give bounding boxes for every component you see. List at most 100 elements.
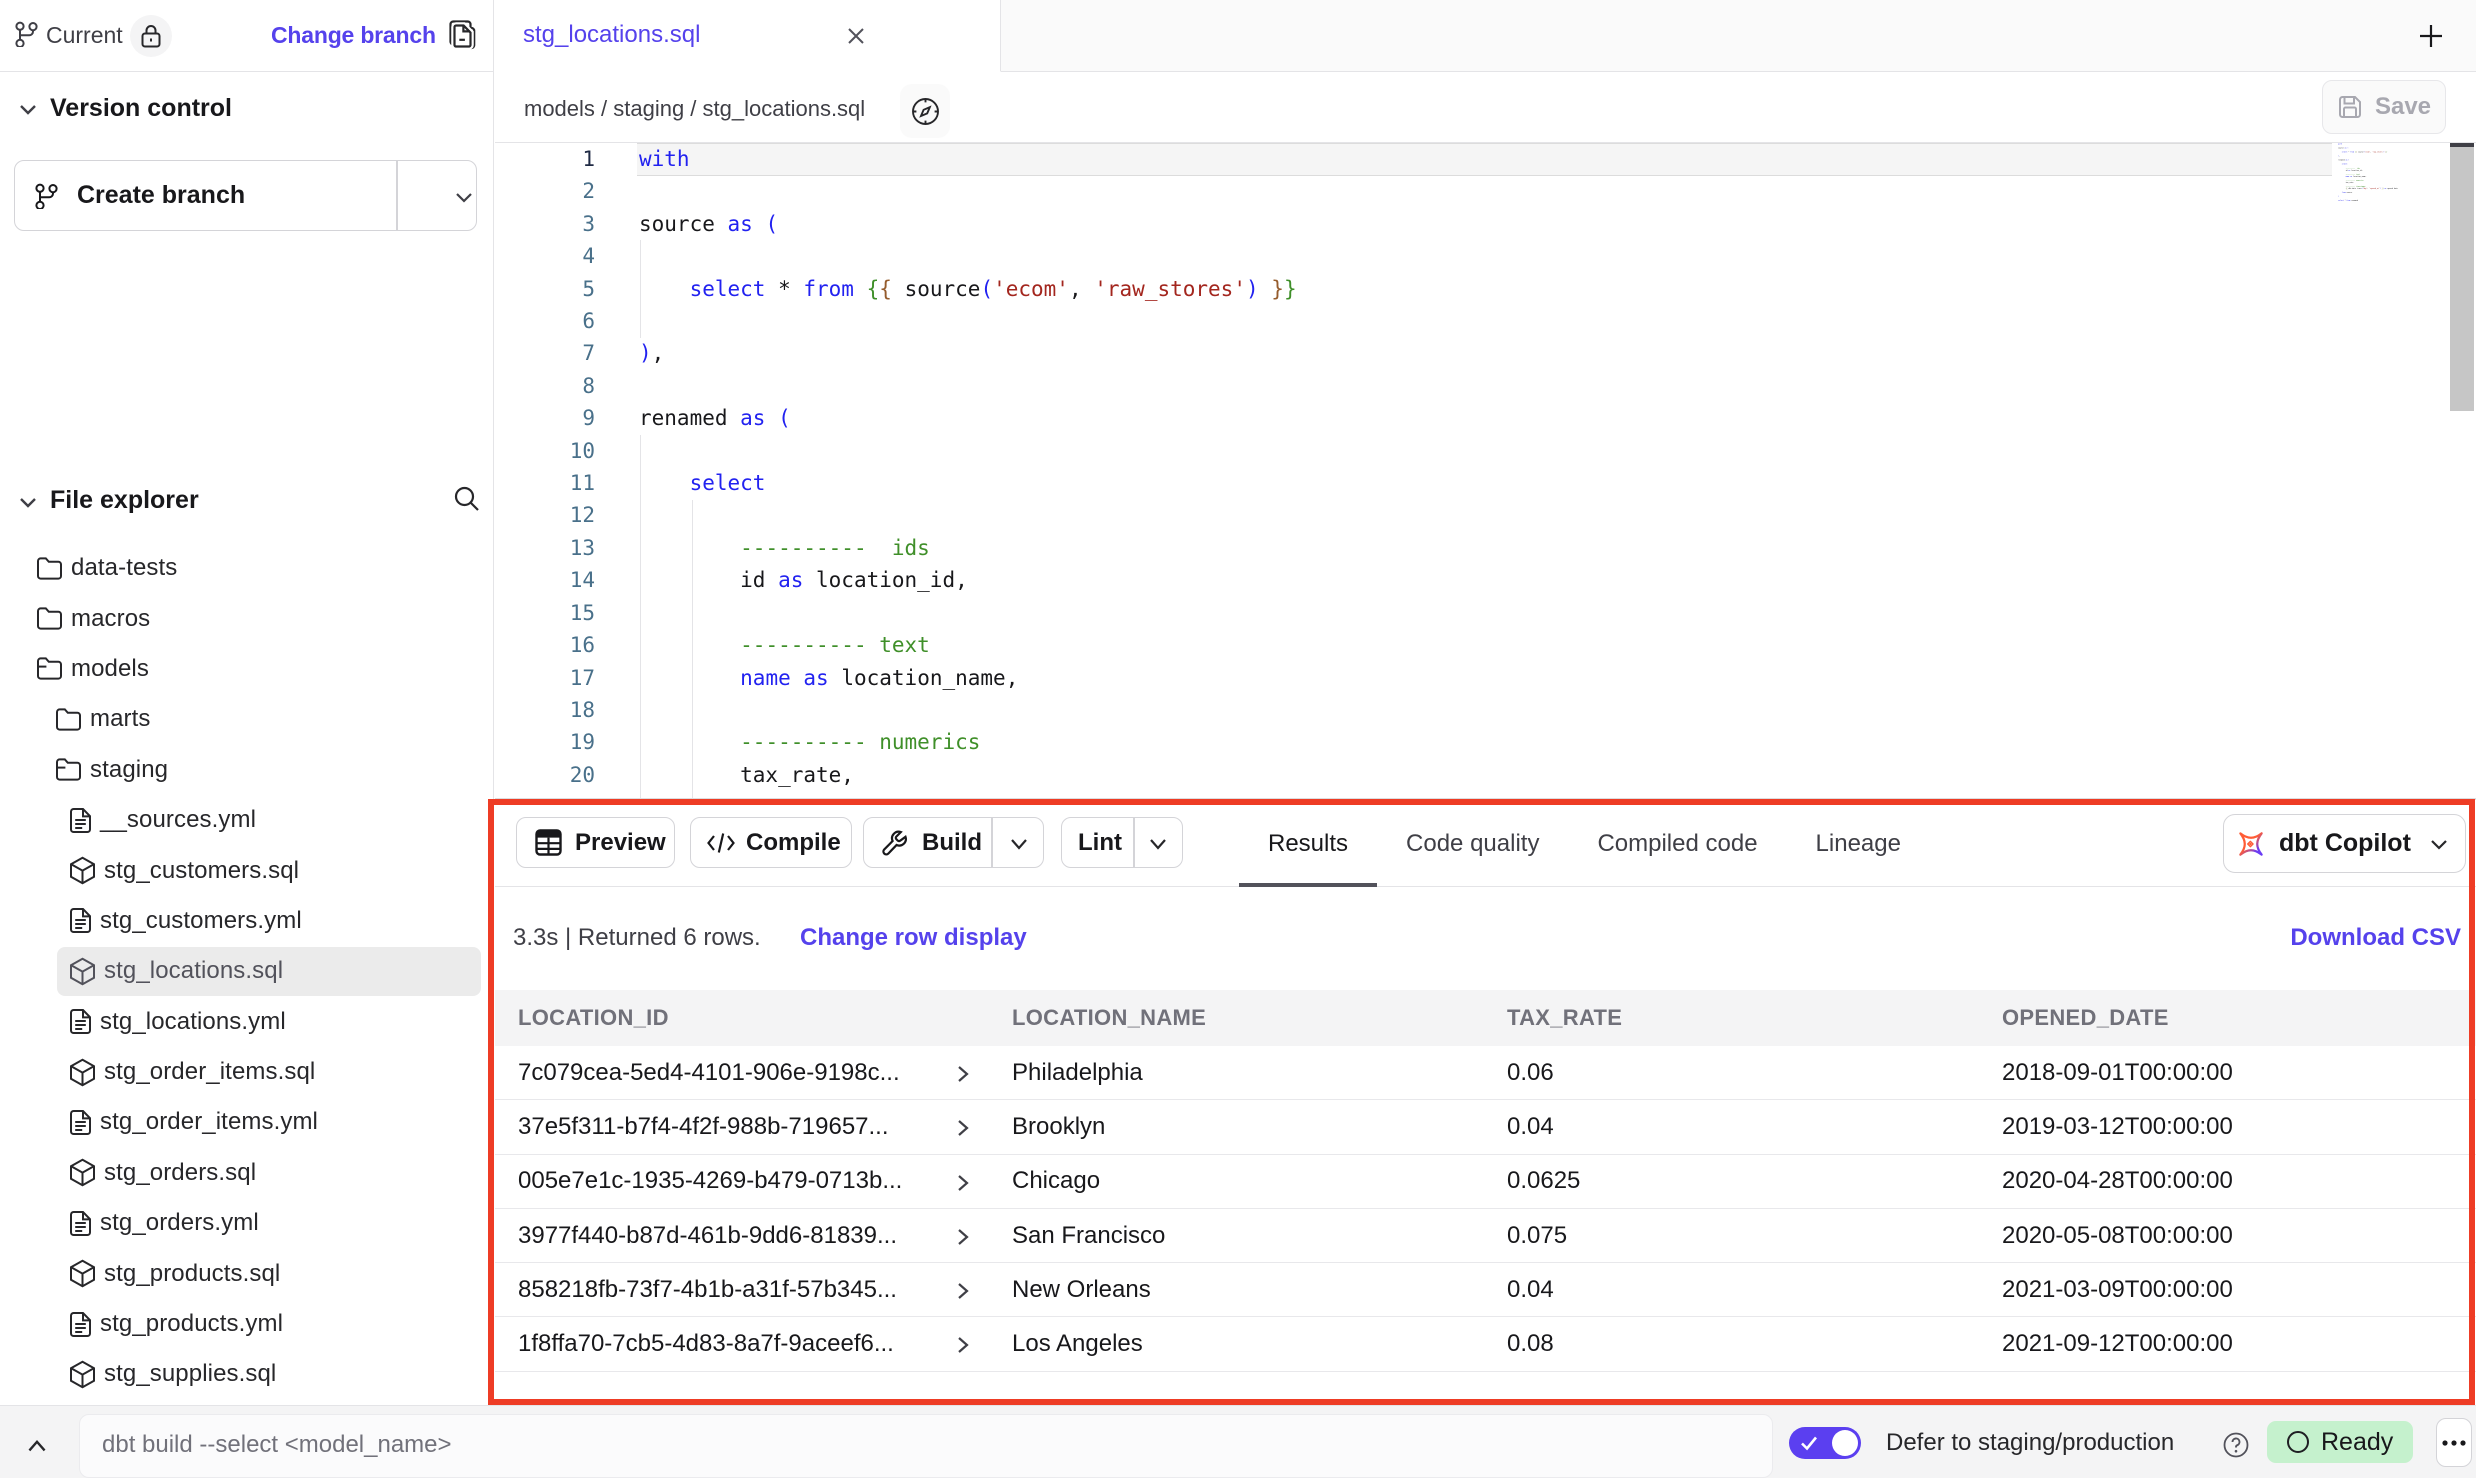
file-explorer-collapse-chevron[interactable] [15, 489, 41, 515]
results-tab-compiled-code[interactable]: Compiled code [1568, 800, 1786, 887]
table-cell: 0.04 [1507, 1113, 1554, 1141]
search-icon[interactable] [453, 485, 480, 512]
branch-bar: Current Change branch [0, 0, 493, 72]
preview-button[interactable]: Preview [516, 817, 675, 868]
expand-cell-button[interactable] [955, 1333, 970, 1357]
file-tree-item-stg-orders-sql[interactable]: stg_orders.sql [0, 1148, 494, 1198]
expand-cell-button[interactable] [955, 1171, 970, 1195]
copy-branch-button[interactable] [449, 20, 476, 50]
file-tree-item-stg-order-items-yml[interactable]: stg_order_items.yml [0, 1097, 494, 1147]
code-token: select [2342, 164, 2348, 166]
build-dropdown-chevron[interactable] [1007, 837, 1031, 853]
lint-button[interactable]: Lint [1061, 817, 1183, 868]
file-tree-item-stg-customers-sql[interactable]: stg_customers.sql [0, 845, 494, 895]
tab-close-icon[interactable] [845, 25, 867, 47]
expand-cell-chevron[interactable] [955, 1171, 970, 1195]
table-cell: 0.08 [1507, 1330, 1554, 1358]
expand-cell-button[interactable] [955, 1225, 970, 1249]
model-cube-icon [69, 957, 96, 986]
lint-split-divider [1133, 818, 1135, 867]
table-cell: Chicago [1012, 1167, 1100, 1195]
expand-cell-button[interactable] [955, 1279, 970, 1303]
new-tab-plus-icon[interactable] [2417, 22, 2445, 50]
code-token [639, 633, 740, 657]
ellipsis-icon [2441, 1439, 2467, 1447]
file-tree-item-stg-locations-sql[interactable]: stg_locations.sql [0, 946, 494, 996]
file-tree-item-macros[interactable]: macros [0, 593, 494, 643]
lint-dropdown-chevron[interactable] [1146, 837, 1170, 853]
folder-icon [36, 556, 63, 581]
table-cell: 2020-04-28T00:00:00 [2002, 1167, 2233, 1195]
tree-item-label: stg_customers.sql [104, 857, 299, 885]
table-cell: 2020-05-08T00:00:00 [2002, 1222, 2233, 1250]
file-tree-item-staging[interactable]: staging [0, 745, 494, 795]
model-cube-icon [69, 856, 96, 885]
expand-cell-button[interactable] [955, 1062, 970, 1086]
minimap-code: with source as ( select * from {{ source… [2338, 143, 2346, 202]
defer-toggle[interactable] [1789, 1427, 1861, 1459]
table-cell: Philadelphia [1012, 1059, 1143, 1087]
code-line: id as location_id, [639, 564, 1436, 596]
create-branch-dropdown-chevron[interactable] [451, 184, 477, 210]
results-tab-lineage[interactable]: Lineage [1787, 800, 1930, 887]
help-icon[interactable] [2222, 1431, 2250, 1459]
compile-button[interactable]: Compile [690, 817, 852, 868]
create-branch-divider [396, 161, 398, 230]
tab-stg-locations[interactable]: stg_locations.sql [495, 0, 1001, 72]
line-number: 21 [495, 791, 595, 798]
version-control-collapse-chevron[interactable] [15, 96, 41, 122]
tree-item-icon [69, 1008, 92, 1035]
collapse-command-bar-chevron[interactable] [24, 1436, 50, 1454]
code-token: from [803, 277, 854, 301]
file-tree-item-stg-locations-yml[interactable]: stg_locations.yml [0, 997, 494, 1047]
scrollbar-thumb[interactable] [2450, 147, 2474, 411]
minimap[interactable]: with source as ( select * from {{ source… [2338, 143, 2450, 795]
tree-item-label: data-tests [71, 554, 177, 582]
build-button[interactable]: Build [863, 817, 1044, 868]
file-tree-item-stg-customers-yml[interactable]: stg_customers.yml [0, 896, 494, 946]
expand-cell-chevron[interactable] [955, 1279, 970, 1303]
code-line [639, 370, 1436, 402]
file-tree-item-data-tests[interactable]: data-tests [0, 543, 494, 593]
file-tree-item-models[interactable]: models [0, 644, 494, 694]
file-tree-item-stg-orders-yml[interactable]: stg_orders.yml [0, 1198, 494, 1248]
model-cube-icon [69, 1158, 96, 1187]
results-tab-results[interactable]: Results [1239, 800, 1377, 887]
expand-cell-chevron[interactable] [955, 1062, 970, 1086]
file-tree-item-stg-products-sql[interactable]: stg_products.sql [0, 1248, 494, 1298]
download-csv-link[interactable]: Download CSV [2290, 924, 2461, 952]
compile-code-icon [706, 831, 736, 855]
editor-scrollbar[interactable] [2450, 143, 2474, 793]
more-options-button[interactable] [2436, 1418, 2472, 1467]
code-line: renamed as ( [2338, 159, 2346, 161]
editor-tabbar: stg_locations.sql [495, 0, 2476, 72]
file-tree-item-stg-order-items-sql[interactable]: stg_order_items.sql [0, 1047, 494, 1097]
expand-cell-chevron[interactable] [955, 1225, 970, 1249]
file-tree-item-stg-products-yml[interactable]: stg_products.yml [0, 1299, 494, 1349]
file-icon [69, 1311, 92, 1338]
build-wrench-icon [881, 829, 908, 856]
save-button[interactable]: Save [2322, 80, 2446, 134]
file-tree-item--sources-yml[interactable]: __sources.yml [0, 795, 494, 845]
build-label: Build [922, 829, 982, 857]
folder-icon [36, 606, 63, 631]
dbt-copilot-button[interactable]: dbt Copilot [2223, 814, 2466, 873]
dbt-command-input[interactable]: dbt build --select <model_name> [79, 1414, 1773, 1478]
code-line [639, 791, 1436, 798]
expand-cell-button[interactable] [955, 1116, 970, 1140]
file-tree-item-marts[interactable]: marts [0, 694, 494, 744]
code-editor[interactable]: 1234567891011121314151617181920212223242… [495, 143, 2476, 798]
expand-cell-chevron[interactable] [955, 1116, 970, 1140]
ready-status-badge[interactable]: Ready [2267, 1421, 2413, 1463]
tree-item-label: models [71, 655, 149, 683]
tree-item-label: stg_customers.yml [100, 907, 302, 935]
tree-item-icon [69, 907, 92, 934]
file-tree-item-stg-supplies-sql[interactable]: stg_supplies.sql [0, 1349, 494, 1399]
create-branch-button[interactable]: Create branch [14, 160, 477, 231]
change-row-display-link[interactable]: Change row display [800, 924, 1027, 952]
change-branch-link[interactable]: Change branch [271, 22, 436, 49]
expand-cell-chevron[interactable] [955, 1333, 970, 1357]
lineage-compass-button[interactable] [900, 84, 950, 138]
current-branch-label: Current [46, 22, 123, 49]
results-tab-code-quality[interactable]: Code quality [1377, 800, 1568, 887]
